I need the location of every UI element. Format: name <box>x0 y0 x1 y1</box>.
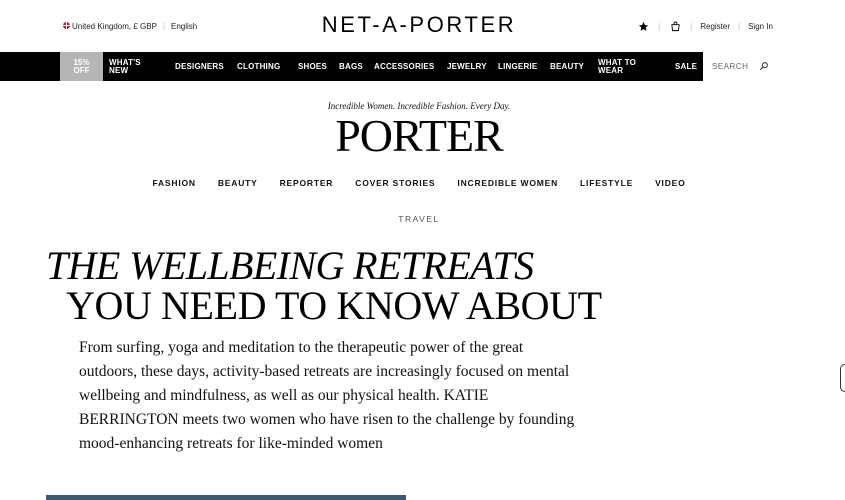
shopping-bag-icon[interactable] <box>668 19 682 33</box>
main-navigation: 15% OFF WHAT'S NEW DESIGNERS CLOTHING SH… <box>0 52 845 81</box>
divider: | <box>658 21 661 31</box>
nav-bags[interactable]: BAGS <box>339 52 363 81</box>
search-icon[interactable] <box>759 61 769 73</box>
search-placeholder: SEARCH <box>712 62 749 71</box>
nav-beauty[interactable]: BEAUTY <box>550 52 584 81</box>
article-standfirst: From surfing, yoga and meditation to the… <box>79 339 575 452</box>
promo-badge[interactable]: 15% OFF <box>60 52 103 81</box>
nav-sale[interactable]: SALE <box>675 52 697 81</box>
nav-shoes[interactable]: SHOES <box>298 52 327 81</box>
side-scroll-tab[interactable] <box>840 364 845 392</box>
porter-tab-lifestyle[interactable]: LIFESTYLE <box>580 178 633 188</box>
uk-flag-icon <box>63 22 70 29</box>
article-headline-line-2: YOU NEED TO KNOW ABOUT <box>66 283 602 328</box>
nav-accessories[interactable]: ACCESSORIES <box>374 52 434 81</box>
divider: | <box>162 22 166 31</box>
nav-whats-new[interactable]: WHAT'S NEW <box>109 52 141 81</box>
porter-tab-incredible-women[interactable]: INCREDIBLE WOMEN <box>457 178 558 188</box>
porter-logo[interactable]: PORTER <box>0 108 838 164</box>
porter-section-nav: FASHION BEAUTY REPORTER COVER STORIES IN… <box>0 178 838 188</box>
porter-tab-reporter[interactable]: REPORTER <box>280 178 334 188</box>
star-icon[interactable] <box>636 19 650 33</box>
nav-designers[interactable]: DESIGNERS <box>175 52 224 81</box>
nav-spacer <box>779 52 845 81</box>
porter-tab-cover-stories[interactable]: COVER STORIES <box>355 178 435 188</box>
nav-clothing[interactable]: CLOTHING <box>237 52 280 81</box>
account-links: | | Register | Sign In <box>636 19 773 33</box>
promo-line-2: OFF <box>73 65 90 75</box>
register-link[interactable]: Register <box>700 22 730 31</box>
country-currency[interactable]: United Kingdom, £ GBP <box>72 22 157 31</box>
nav-jewelry[interactable]: JEWELRY <box>447 52 487 81</box>
nav-label: WEAR <box>598 65 624 75</box>
nav-what-to-wear[interactable]: WHAT TO WEAR <box>598 52 636 81</box>
porter-tab-video[interactable]: VIDEO <box>655 178 685 188</box>
article-category[interactable]: TRAVEL <box>0 214 838 224</box>
site-logo[interactable]: NET-A-PORTER <box>297 12 541 38</box>
locale-selector[interactable]: United Kingdom, £ GBP | English <box>63 22 197 31</box>
nav-label: NEW <box>109 65 129 75</box>
divider: | <box>738 21 741 31</box>
divider: | <box>690 21 693 31</box>
search-input[interactable]: SEARCH <box>703 52 779 81</box>
top-utility-bar: United Kingdom, £ GBP | English NET-A-PO… <box>0 0 845 52</box>
nav-lingerie[interactable]: LINGERIE <box>498 52 537 81</box>
porter-tab-beauty[interactable]: BEAUTY <box>218 178 258 188</box>
article-headline-line-1: THE WELLBEING RETREATS <box>46 243 534 288</box>
sign-in-link[interactable]: Sign In <box>748 22 773 31</box>
porter-tab-fashion[interactable]: FASHION <box>152 178 195 188</box>
hero-image <box>46 495 406 500</box>
language-selector[interactable]: English <box>171 22 197 31</box>
